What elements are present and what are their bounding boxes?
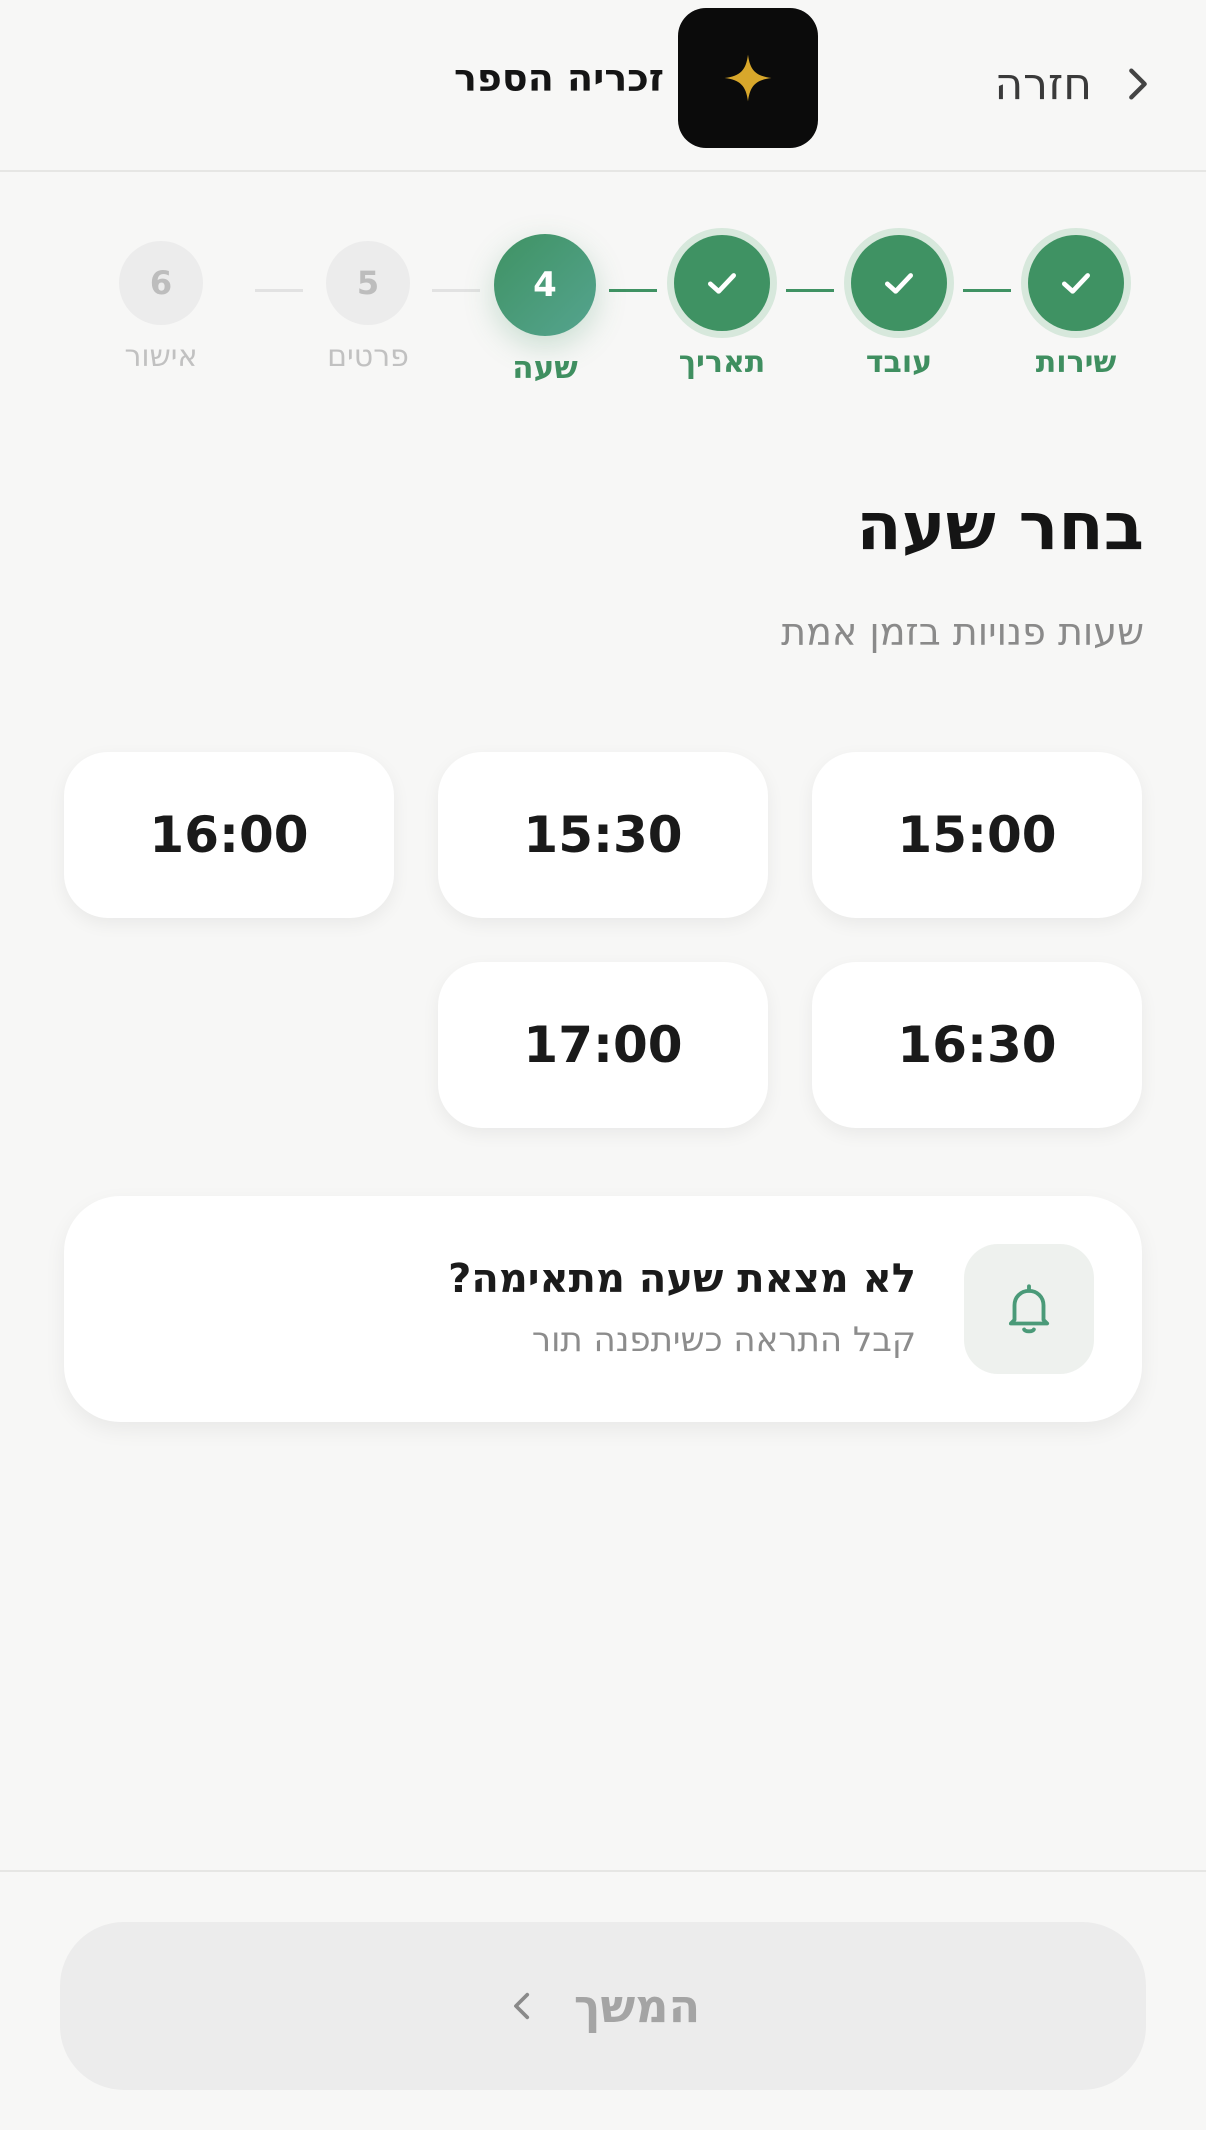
booking-time-screen: חזרה זכריה הספר שירות עובד תאריך 4 שעה 5… [0,0,1206,2130]
time-slot[interactable]: 16:30 [812,962,1142,1128]
brand-logo [677,8,818,148]
step-time: 4 שעה [460,228,630,386]
chevron-right-icon [1129,68,1147,100]
step-label: תאריך [678,345,766,380]
step-service: שירות [991,228,1161,380]
step-circle: 4 [494,234,596,336]
step-label: עובד [865,345,933,380]
page-subtitle: שעות פנויות בזמן אמת [781,610,1144,654]
continue-button[interactable]: המשך [60,1922,1146,2090]
sparkle-icon [724,54,772,102]
step-employee: עובד [814,228,984,380]
notify-title: לא מצאת שעה מתאימה? [448,1256,916,1302]
step-date: תאריך [637,228,807,380]
check-icon [1062,273,1090,294]
continue-label: המשך [573,1979,701,2033]
step-confirm: 6 אישור [76,228,246,374]
notify-subtitle: קבל התראה כשיתפנה תור [531,1320,916,1360]
back-label: חזרה [994,58,1092,110]
step-circle [674,235,770,331]
step-label: פרטים [327,339,409,374]
time-slot[interactable]: 15:30 [438,752,768,918]
footer-divider [0,1870,1206,1872]
header: חזרה זכריה הספר [0,0,1206,172]
brand: זכריה הספר [454,8,818,148]
step-label: שעה [512,350,578,386]
step-circle [1028,235,1124,331]
page-title: בחר שעה [856,488,1144,565]
step-circle [851,235,947,331]
brand-name: זכריה הספר [454,56,664,100]
chevron-left-icon [513,1992,529,2020]
bell-icon-box [964,1244,1094,1374]
check-icon [708,273,736,294]
step-details: 5 פרטים [283,228,453,374]
notify-waitlist-card[interactable]: לא מצאת שעה מתאימה? קבל התראה כשיתפנה תו… [64,1196,1142,1422]
bell-icon [1008,1284,1050,1334]
time-slot[interactable]: 15:00 [812,752,1142,918]
back-button[interactable]: חזרה [994,48,1158,120]
step-circle: 6 [119,241,203,325]
step-circle: 5 [326,241,410,325]
step-label: אישור [124,339,198,374]
check-icon [885,273,913,294]
time-slot[interactable]: 16:00 [64,752,394,918]
progress-stepper: שירות עובד תאריך 4 שעה 5 פרטים 6 אישור [0,228,1206,398]
step-label: שירות [1035,345,1117,380]
time-slot[interactable]: 17:00 [438,962,768,1128]
